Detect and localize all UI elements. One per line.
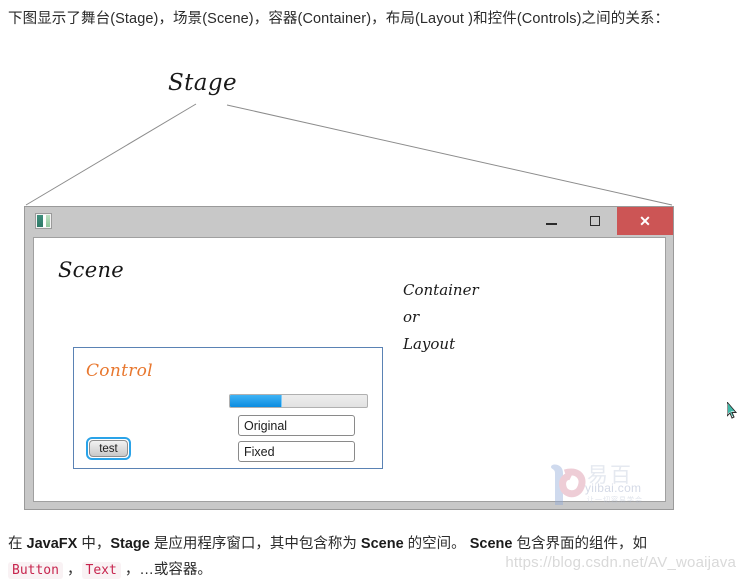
window-buttons: ✕ [529, 207, 673, 235]
app-window-icon [35, 213, 52, 229]
text-field-original[interactable]: Original [238, 415, 355, 436]
scene-label: Scene [58, 258, 125, 282]
outro-bold-scene-1: Scene [360, 536, 404, 552]
test-button-focus-ring: test [86, 437, 131, 460]
progress-bar-fill [230, 395, 283, 407]
outro-bold-scene-2: Scene [469, 536, 513, 552]
stage-label: Stage [168, 70, 238, 96]
maximize-button[interactable] [573, 207, 617, 235]
outro-seg-5: 包含界面的组件，如 [512, 536, 647, 552]
progress-bar [229, 394, 368, 408]
container-note-line-1: Container [403, 281, 479, 299]
outro-seg-2: 中， [77, 536, 111, 552]
minimize-button[interactable] [529, 207, 573, 235]
container-layout-annotation: Container or Layout [403, 277, 479, 358]
outro-seg-4: 的空间。 [403, 536, 470, 552]
close-button[interactable]: ✕ [617, 207, 673, 235]
control-label: Control [86, 361, 153, 381]
code-text: Text [81, 562, 121, 579]
outro-seg-6: ， [62, 562, 82, 578]
outro-seg-1: 在 [8, 536, 27, 552]
intro-paragraph: 下图显示了舞台(Stage)，场景(Scene)，容器(Container)，布… [8, 11, 670, 27]
text-field-fixed[interactable]: Fixed [238, 441, 355, 462]
test-button[interactable]: test [89, 440, 128, 457]
window-titlebar[interactable]: ✕ [25, 207, 673, 235]
blog-url-watermark: https://blog.csdn.net/AV_woaijava [505, 554, 736, 571]
outro-bold-stage: Stage [110, 536, 150, 552]
outro-seg-7: ，…或容器。 [120, 562, 212, 578]
code-button: Button [8, 562, 63, 579]
container-note-line-2: or [403, 308, 420, 326]
mouse-cursor [727, 402, 738, 419]
container-note-line-3: Layout [403, 335, 456, 353]
outro-bold-javafx: JavaFX [26, 536, 78, 552]
outro-seg-3: 是应用程序窗口，其中包含称为 [149, 536, 361, 552]
